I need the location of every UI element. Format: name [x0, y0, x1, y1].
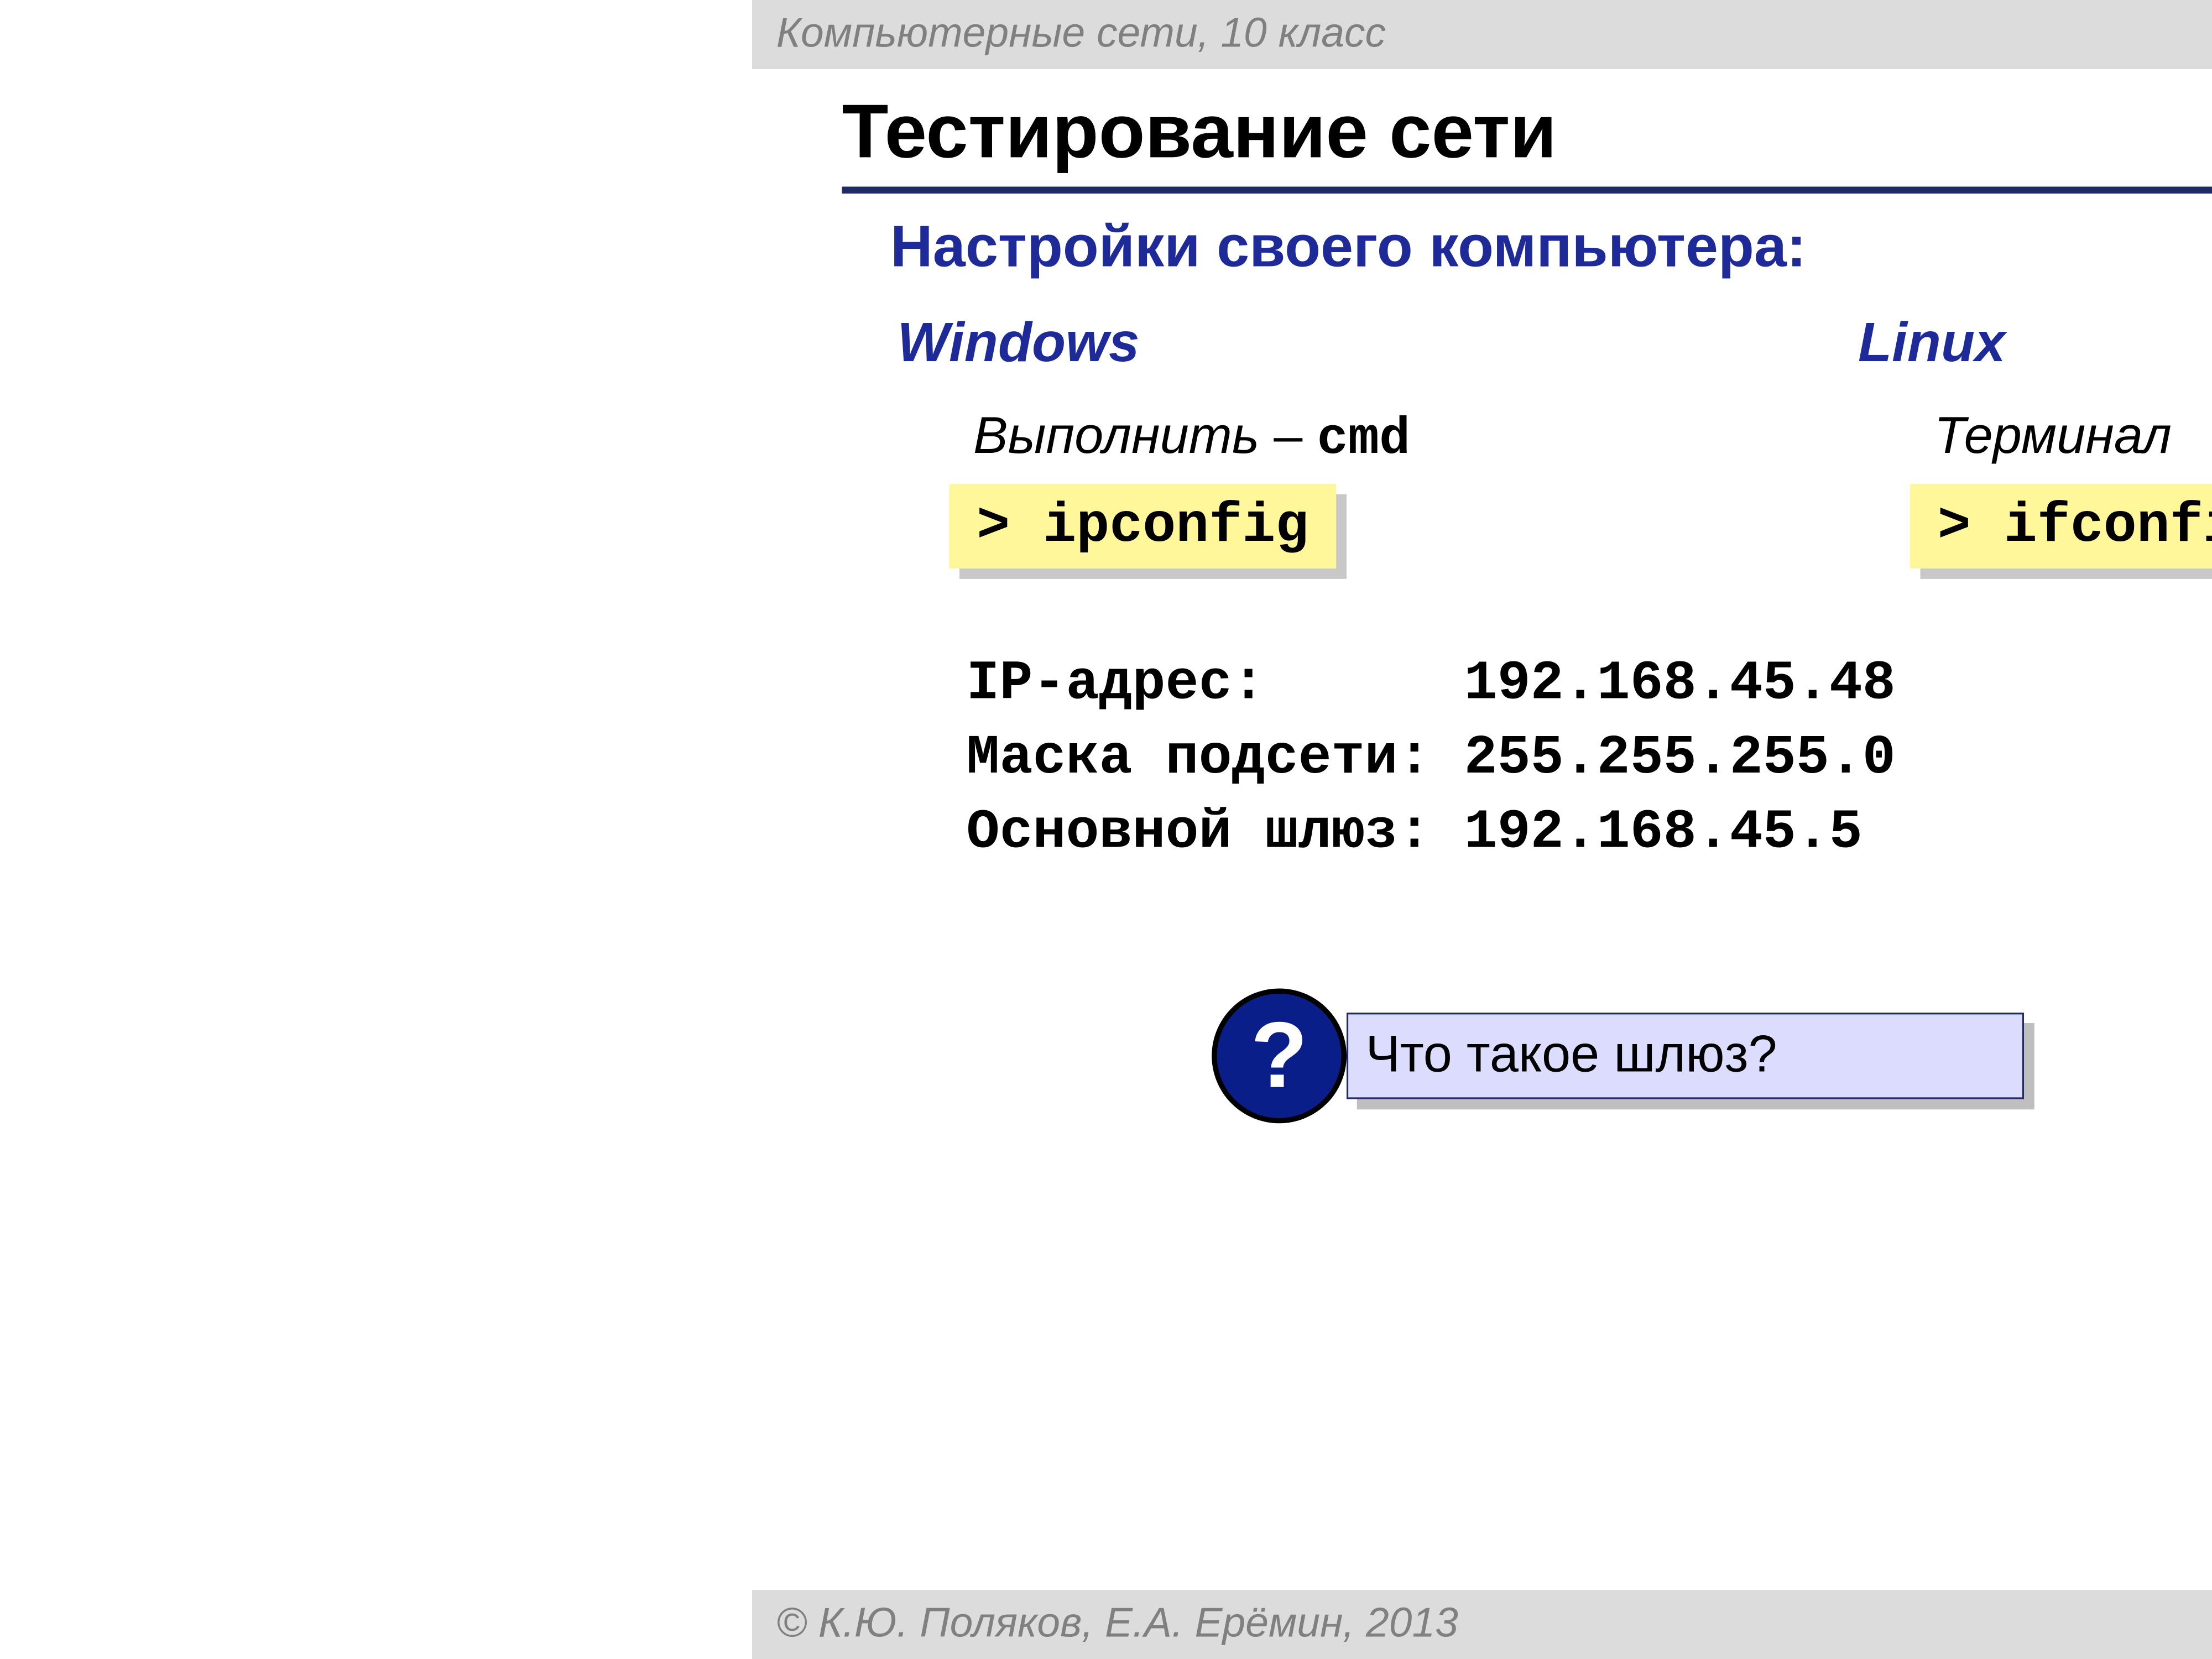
callout-box: Что такое шлюз? [1347, 1013, 2024, 1099]
windows-run-cmd: cmd [1317, 411, 1410, 470]
ip-value: 192.168.45.48 [1464, 651, 1896, 716]
gateway-label: Основной шлюз: [967, 801, 1464, 865]
gateway-value: 192.168.45.5 [1464, 801, 1863, 865]
windows-command-text: > ipconfig [949, 484, 1336, 568]
subtitle: Настройки своего компьютера: [890, 215, 1806, 282]
windows-run-prefix: Выполнить [973, 408, 1274, 465]
footer-bar: © К.Ю. Поляков, Е.А. Ерёмин, 2013 http:/… [752, 1590, 2212, 1659]
slide: Компьютерные сети, 10 класс 52 Тестирова… [752, 0, 2212, 1659]
linux-heading: Linux [1858, 311, 2006, 375]
ip-label: IP-адрес: [967, 651, 1464, 716]
linux-command-text: > ifconfig [1910, 484, 2212, 568]
mask-label: Маска подсети: [967, 726, 1464, 790]
windows-command-box: > ipconfig [949, 484, 1336, 568]
linux-command-box: > ifconfig [1910, 484, 2212, 568]
header-bar: Компьютерные сети, 10 класс 52 [752, 0, 2212, 69]
footer-copyright: © К.Ю. Поляков, Е.А. Ерёмин, 2013 [776, 1600, 1458, 1649]
question-icon: ? [1212, 989, 1347, 1124]
mask-value: 255.255.255.0 [1464, 726, 1896, 790]
slide-title: Тестирование сети [842, 90, 1557, 187]
windows-run-dash: – [1274, 408, 1317, 465]
course-label: Компьютерные сети, 10 класс [776, 11, 2212, 59]
linux-run-label: Терминал [1934, 408, 2172, 465]
windows-heading: Windows [898, 311, 1140, 375]
title-block: Тестирование сети [842, 90, 1557, 187]
linux-run-line: Терминал [1934, 408, 2172, 467]
title-underline [842, 187, 2212, 194]
windows-run-line: Выполнить – cmd [973, 408, 1410, 471]
callout-text: Что такое шлюз? [1365, 1026, 1777, 1085]
network-info: IP-адрес: 192.168.45.48 Маска подсети: 2… [967, 646, 1896, 870]
